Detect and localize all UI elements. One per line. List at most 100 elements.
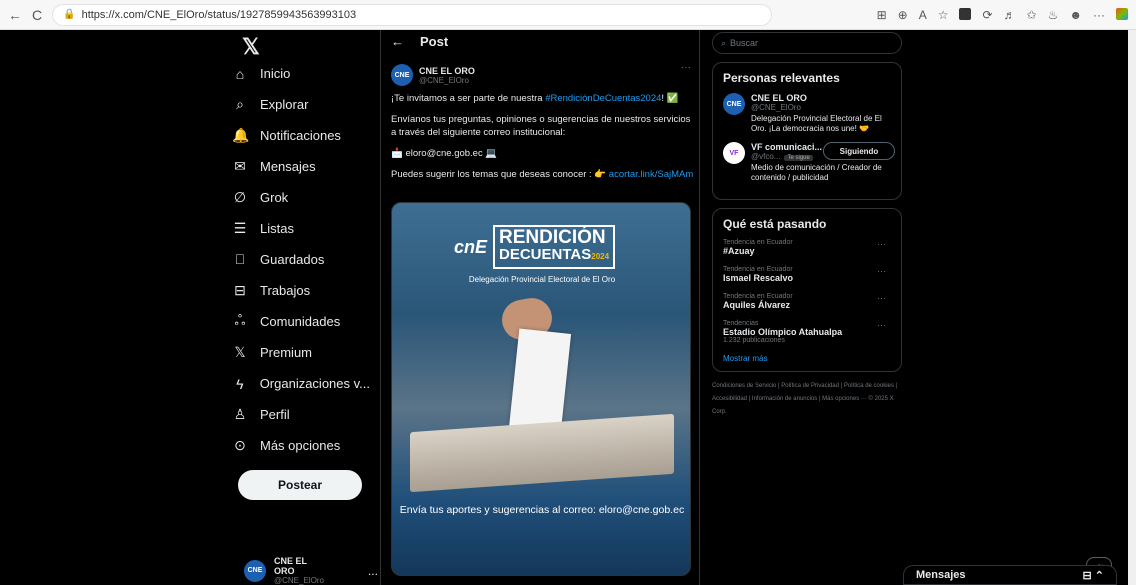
- expand-icon[interactable]: ⊟ ⌃: [1083, 569, 1105, 582]
- more-icon[interactable]: ···: [877, 293, 886, 303]
- menu-icon[interactable]: ···: [1093, 8, 1105, 22]
- nav-list: ⌂ Inicio ⌕ Explorar 🔔 Notificaciones ✉ Mensa…: [230, 58, 370, 461]
- envelope-icon: ✉: [234, 158, 246, 174]
- bookmark-icon: ⎕: [235, 251, 245, 267]
- account-name: CNE EL ORO: [274, 556, 307, 576]
- ballot-shape: [508, 328, 572, 434]
- person-bio: Delegación Provincial Electoral de El Or…: [751, 114, 882, 133]
- home-icon: ⌂: [235, 65, 245, 82]
- more-icon[interactable]: ···: [681, 62, 691, 73]
- back-arrow-icon[interactable]: ←: [391, 34, 404, 49]
- post-header: ← Post: [391, 34, 448, 49]
- sidebar-item-comunidades[interactable]: ஃ Comunidades: [230, 306, 370, 337]
- left-sidebar: 𝕏 ⌂ Inicio ⌕ Explorar 🔔 Notificaciones ✉ Men…: [230, 30, 378, 585]
- person-item[interactable]: VF VF comunicaci... @vfco... Te sigue Med…: [723, 142, 895, 183]
- profile-icon[interactable]: ☻: [1069, 8, 1082, 22]
- person-item[interactable]: CNE CNE EL ORO @CNE_ElOro Delegación Pro…: [723, 93, 891, 134]
- media-logo: cnE RENDICIÓN DECUENTAS2024: [454, 225, 616, 269]
- x-premium-icon: 𝕏: [234, 344, 246, 360]
- sidebar-item-label: Notificaciones: [260, 128, 341, 143]
- x-logo-icon[interactable]: 𝕏: [242, 34, 260, 60]
- trend-context: Tendencia en Ecuador: [723, 293, 793, 300]
- person-name: CNE EL ORO: [751, 93, 807, 103]
- more-icon[interactable]: ···: [877, 320, 886, 330]
- messages-drawer[interactable]: Mensajes ⊟ ⌃: [903, 565, 1117, 585]
- bell-icon: 🔔: [232, 127, 250, 143]
- avatar: CNE: [244, 559, 266, 582]
- grok-icon: ∅: [233, 189, 247, 205]
- post-button[interactable]: Postear: [238, 470, 362, 500]
- sidebar-item-premium[interactable]: 𝕏 Premium: [230, 337, 370, 368]
- sidebar-item-label: Más opciones: [260, 438, 341, 453]
- tweet-image[interactable]: cnE RENDICIÓN DECUENTAS2024 Delegación P…: [391, 202, 691, 576]
- author-name[interactable]: CNE EL ORO: [419, 66, 475, 76]
- extension-icon[interactable]: ⟳: [982, 8, 992, 22]
- trend-item[interactable]: Tendencia en Ecuador Ismael Rescalvo ···: [723, 266, 891, 283]
- trends-card: Qué está pasando Tendencia en Ecuador #Az…: [712, 208, 902, 372]
- sidebar-item-perfil[interactable]: ♙ Perfil: [230, 399, 370, 430]
- more-icon[interactable]: ···: [877, 239, 886, 249]
- url-text: https://x.com/CNE_ElOro/status/192785994…: [81, 8, 357, 21]
- extension-icon[interactable]: ♨: [1048, 8, 1059, 22]
- avatar: VF: [723, 142, 745, 164]
- hashtag-link[interactable]: #RendiciónDeCuentas2024: [545, 93, 661, 104]
- messages-label: Mensajes: [916, 569, 966, 581]
- tweet-paragraph: Envíanos tus preguntas, opiniones o suge…: [391, 114, 691, 138]
- briefcase-icon: ⊟: [234, 282, 246, 298]
- trend-item[interactable]: Tendencia en Ecuador Aquiles Álvarez ···: [723, 293, 891, 310]
- tweet-text-part: ¡Te invitamos a ser parte de nuestra: [391, 93, 546, 104]
- lightning-icon: ϟ: [236, 375, 244, 392]
- rendicion-banner: RENDICIÓN DECUENTAS2024: [493, 225, 616, 269]
- trend-item[interactable]: Tendencias Estadio Olímpico Atahualpa 1.23…: [723, 320, 891, 344]
- media-delegation: Delegación Provincial Electoral de El Or…: [468, 275, 616, 284]
- follows-you-badge: Te sigue: [784, 155, 813, 161]
- back-icon[interactable]: ←: [8, 7, 22, 23]
- sidebar-item-explorar[interactable]: ⌕ Explorar: [230, 89, 370, 120]
- sidebar-item-label: Perfil: [260, 407, 290, 422]
- search-icon: ⌕: [721, 37, 727, 48]
- show-more-link[interactable]: Mostrar más: [723, 354, 891, 363]
- extension-icon[interactable]: ♬: [1004, 8, 1016, 22]
- card-title: Personas relevantes: [723, 71, 840, 85]
- tweet-text-part: Puedes sugerir los temas que deseas cono…: [391, 169, 609, 180]
- sidebar-item-trabajos[interactable]: ⊟ Trabajos: [230, 275, 370, 306]
- following-button[interactable]: Siguiendo: [823, 142, 895, 160]
- sidebar-item-guardados[interactable]: ⎕ Guardados: [230, 244, 370, 275]
- zoom-icon[interactable]: ⊕: [898, 8, 908, 22]
- grid-icon[interactable]: ⊞: [877, 8, 887, 22]
- account-handle: @CNE_ElOro: [274, 576, 324, 585]
- search-icon: ⌕: [236, 96, 244, 112]
- short-link[interactable]: acortar.link/SajMAm: [609, 169, 693, 180]
- trend-context: Tendencia en Ecuador: [723, 239, 793, 246]
- sidebar-item-organizaciones[interactable]: ϟ Organizaciones v...: [230, 368, 370, 399]
- copilot-icon[interactable]: [1116, 7, 1128, 20]
- sidebar-item-mas-opciones[interactable]: ⊙ Más opciones: [230, 430, 370, 461]
- more-icon[interactable]: ...: [368, 564, 378, 578]
- tweet-text-part: ! ✅: [661, 93, 679, 104]
- sidebar-item-notificaciones[interactable]: 🔔 Notificaciones: [230, 120, 370, 151]
- person-handle: @CNE_ElOro: [751, 103, 801, 112]
- more-icon[interactable]: ···: [877, 266, 886, 276]
- footer-links[interactable]: Condiciones de Servicio | Política de Pr…: [712, 380, 902, 419]
- sidebar-item-label: Trabajos: [260, 283, 311, 298]
- sidebar-item-grok[interactable]: ∅ Grok: [230, 182, 370, 213]
- favorite-icon[interactable]: ☆: [938, 8, 949, 22]
- favorites-icon[interactable]: ✩: [1027, 8, 1037, 22]
- refresh-icon[interactable]: C: [32, 7, 42, 23]
- search-input[interactable]: ⌕ Buscar: [712, 32, 902, 54]
- account-switcher[interactable]: CNE CNE EL ORO @CNE_ElOro ...: [244, 556, 378, 585]
- author-handle[interactable]: @CNE_ElOro: [419, 76, 475, 85]
- post-column: ← Post CNE CNE EL ORO @CNE_ElOro ··· ¡Te…: [380, 30, 700, 585]
- browser-toolbar: ← C 🔒 https://x.com/CNE_ElOro/status/192…: [0, 0, 1136, 30]
- address-bar[interactable]: 🔒 https://x.com/CNE_ElOro/status/1927859…: [52, 3, 773, 26]
- sidebar-item-mensajes[interactable]: ✉ Mensajes: [230, 151, 370, 182]
- read-aloud-icon[interactable]: A: [919, 8, 927, 22]
- extension-icon[interactable]: [959, 7, 972, 20]
- trend-context: Tendencias: [723, 320, 759, 327]
- trend-item[interactable]: Tendencia en Ecuador #Azuay ···: [723, 239, 891, 256]
- scrollbar[interactable]: [1128, 30, 1136, 585]
- avatar[interactable]: CNE: [391, 64, 413, 86]
- sidebar-item-listas[interactable]: ☰ Listas: [230, 213, 370, 244]
- sidebar-item-inicio[interactable]: ⌂ Inicio: [230, 58, 370, 89]
- right-sidebar: ⌕ Buscar Personas relevantes CNE CNE EL …: [712, 30, 902, 585]
